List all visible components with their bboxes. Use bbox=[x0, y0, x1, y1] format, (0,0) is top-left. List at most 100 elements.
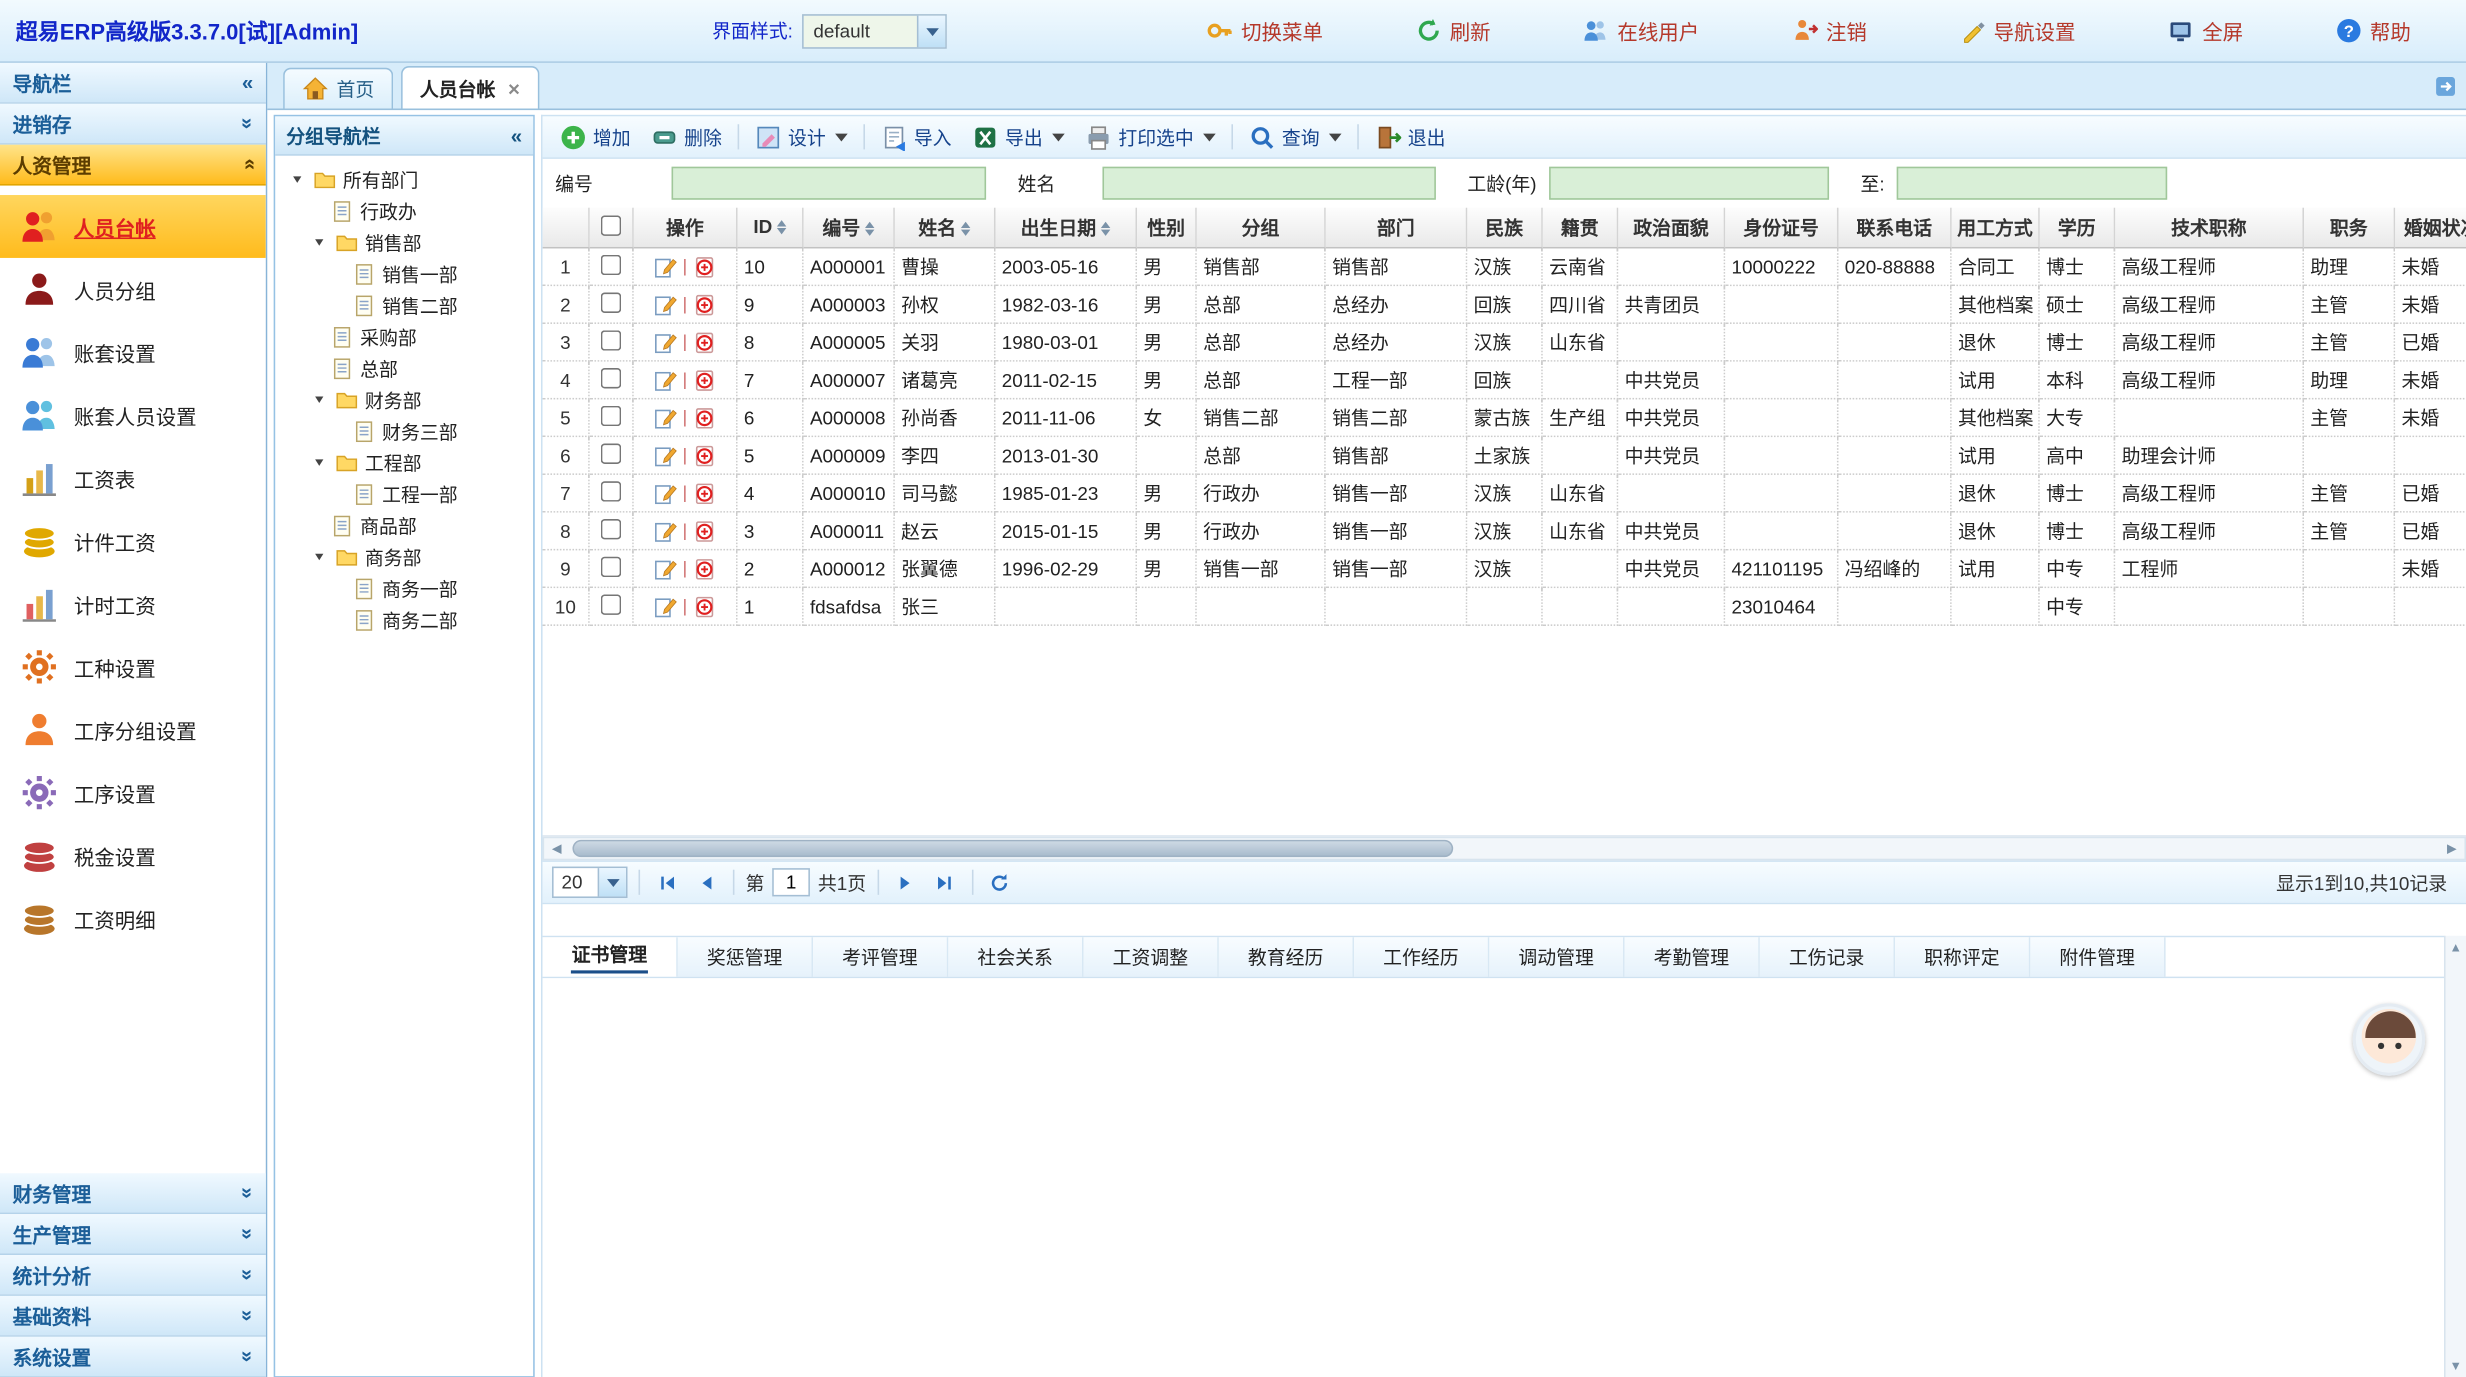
tab-home[interactable]: 首页 bbox=[283, 68, 393, 109]
prev-page-icon[interactable] bbox=[690, 867, 721, 898]
last-page-icon[interactable] bbox=[929, 867, 960, 898]
toolbar-export-button[interactable]: 导出 bbox=[964, 120, 1073, 153]
delete-icon[interactable] bbox=[692, 367, 717, 392]
sidebar-item-payroll[interactable]: 工资表 bbox=[0, 447, 266, 510]
tree-node-7[interactable]: 财务部 bbox=[278, 384, 530, 415]
detail-tab-5[interactable]: 教育经历 bbox=[1219, 937, 1354, 976]
detail-tab-6[interactable]: 工作经历 bbox=[1354, 937, 1489, 976]
edit-icon[interactable] bbox=[653, 480, 678, 505]
sidebar-section-finance[interactable]: 财务管理» bbox=[0, 1173, 266, 1214]
delete-icon[interactable] bbox=[692, 518, 717, 543]
refresh-button[interactable]: 刷新 bbox=[1415, 16, 1491, 46]
nav-settings-button[interactable]: 导航设置 bbox=[1959, 16, 2075, 46]
search-seniority-from-input[interactable] bbox=[1549, 167, 1829, 200]
help-button[interactable]: ?帮助 bbox=[2335, 16, 2411, 46]
close-tab-icon[interactable]: × bbox=[508, 76, 520, 100]
edit-icon[interactable] bbox=[653, 594, 678, 619]
table-row[interactable]: 7|4A000010司马懿1985-01-23男行政办销售一部汉族山东省退休博士… bbox=[543, 475, 2466, 513]
column-header-13[interactable]: 用工方式 bbox=[1952, 208, 2040, 249]
sidebar-section-system-settings[interactable]: 系统设置» bbox=[0, 1337, 266, 1377]
column-header-2[interactable]: 编号 bbox=[804, 208, 895, 249]
sidebar-item-process[interactable]: 工序设置 bbox=[0, 761, 266, 824]
toolbar-design-button[interactable]: 设计 bbox=[747, 120, 856, 153]
sort-icon[interactable] bbox=[777, 216, 786, 240]
toolbar-import-button[interactable]: 导入 bbox=[873, 120, 960, 153]
delete-icon[interactable] bbox=[692, 329, 717, 354]
sidebar-item-account-set[interactable]: 账套设置 bbox=[0, 321, 266, 384]
row-checkbox[interactable] bbox=[601, 594, 621, 614]
vertical-scrollbar[interactable]: ▲ ▼ bbox=[2444, 936, 2466, 1377]
edit-icon[interactable] bbox=[653, 443, 678, 468]
detail-tab-8[interactable]: 考勤管理 bbox=[1625, 937, 1760, 976]
sidebar-item-time-wage[interactable]: 计时工资 bbox=[0, 572, 266, 635]
tree-expand-icon[interactable] bbox=[310, 547, 329, 566]
column-header-4[interactable]: 出生日期 bbox=[996, 208, 1138, 249]
reload-icon[interactable] bbox=[984, 867, 1015, 898]
edit-icon[interactable] bbox=[653, 254, 678, 279]
edit-icon[interactable] bbox=[653, 292, 678, 317]
detail-tab-0[interactable]: 证书管理 bbox=[543, 937, 678, 976]
edit-icon[interactable] bbox=[653, 405, 678, 430]
delete-icon[interactable] bbox=[692, 405, 717, 430]
table-row[interactable]: 6|5A000009李四2013-01-30总部销售部土家族中共党员试用高中助理… bbox=[543, 437, 2466, 475]
table-row[interactable]: 9|2A000012张翼德1996-02-29男销售一部销售一部汉族中共党员42… bbox=[543, 550, 2466, 588]
sidebar-item-piece-wage[interactable]: 计件工资 bbox=[0, 510, 266, 573]
hscrollbar-thumb[interactable] bbox=[572, 840, 1453, 857]
search-code-input[interactable] bbox=[672, 167, 987, 200]
tree-node-8[interactable]: 财务三部 bbox=[278, 415, 530, 446]
column-header-11[interactable]: 身份证号 bbox=[1725, 208, 1838, 249]
column-header-10[interactable]: 政治面貌 bbox=[1618, 208, 1725, 249]
tree-node-10[interactable]: 工程一部 bbox=[278, 478, 530, 509]
delete-icon[interactable] bbox=[692, 254, 717, 279]
table-row[interactable]: 2|9A000003孙权1982-03-16男总部总经办回族四川省共青团员其他档… bbox=[543, 286, 2466, 324]
sort-icon[interactable] bbox=[1101, 217, 1110, 241]
tree-node-6[interactable]: 总部 bbox=[278, 352, 530, 383]
table-row[interactable]: 4|7A000007诸葛亮2011-02-15男总部工程一部回族中共党员试用本科… bbox=[543, 362, 2466, 400]
assistant-avatar[interactable] bbox=[2353, 1003, 2425, 1075]
tree-expand-icon[interactable] bbox=[310, 233, 329, 252]
table-row[interactable]: 1|10A000001曹操2003-05-16男销售部销售部汉族云南省10000… bbox=[543, 248, 2466, 286]
tree-expand-icon[interactable] bbox=[310, 390, 329, 409]
sidebar-item-employee-group[interactable]: 人员分组 bbox=[0, 258, 266, 321]
sidebar-section-nav-bar[interactable]: 导航栏« bbox=[0, 63, 266, 104]
detail-tab-4[interactable]: 工资调整 bbox=[1084, 937, 1219, 976]
fullscreen-button[interactable]: 全屏 bbox=[2168, 16, 2244, 46]
column-header-1[interactable]: ID bbox=[738, 208, 804, 249]
column-header-9[interactable]: 籍贯 bbox=[1543, 208, 1618, 249]
first-page-icon[interactable] bbox=[651, 867, 682, 898]
sidebar-section-basic-data[interactable]: 基础资料» bbox=[0, 1296, 266, 1337]
sort-icon[interactable] bbox=[865, 217, 874, 241]
detail-tab-10[interactable]: 职称评定 bbox=[1895, 937, 2030, 976]
select-all-checkbox[interactable] bbox=[601, 215, 621, 235]
sidebar-section-production[interactable]: 生产管理» bbox=[0, 1214, 266, 1255]
tree-node-5[interactable]: 采购部 bbox=[278, 321, 530, 352]
tree-expand-icon[interactable] bbox=[288, 170, 307, 189]
delete-icon[interactable] bbox=[692, 556, 717, 581]
edit-icon[interactable] bbox=[653, 556, 678, 581]
row-checkbox[interactable] bbox=[601, 405, 621, 425]
row-checkbox[interactable] bbox=[601, 254, 621, 274]
scroll-right-icon[interactable]: ▶ bbox=[2439, 841, 2464, 855]
online-users-button[interactable]: 在线用户 bbox=[1583, 16, 1699, 46]
scroll-left-icon[interactable]: ◀ bbox=[544, 841, 569, 855]
delete-icon[interactable] bbox=[692, 594, 717, 619]
tab-employee-ledger[interactable]: 人员台帐× bbox=[401, 66, 539, 108]
tree-expand-icon[interactable] bbox=[310, 453, 329, 472]
tree-node-12[interactable]: 商务部 bbox=[278, 541, 530, 572]
horizontal-scrollbar[interactable]: ◀ ▶ bbox=[543, 837, 2466, 861]
detail-tab-3[interactable]: 社会关系 bbox=[948, 937, 1083, 976]
sidebar-item-work-type[interactable]: 工种设置 bbox=[0, 635, 266, 698]
search-name-input[interactable] bbox=[1103, 167, 1436, 200]
column-header-14[interactable]: 学历 bbox=[2040, 208, 2115, 249]
toolbar-query-button[interactable]: 查询 bbox=[1241, 120, 1350, 153]
detail-tab-2[interactable]: 考评管理 bbox=[813, 937, 948, 976]
sidebar-section-inventory[interactable]: 进销存» bbox=[0, 104, 266, 145]
tree-node-9[interactable]: 工程部 bbox=[278, 447, 530, 478]
tab-overflow-icon[interactable] bbox=[2433, 74, 2458, 99]
column-header-17[interactable]: 婚姻状况 bbox=[2395, 208, 2466, 249]
column-header-15[interactable]: 技术职称 bbox=[2115, 208, 2304, 249]
next-page-icon[interactable] bbox=[890, 867, 921, 898]
table-row[interactable]: 5|6A000008孙尚香2011-11-06女销售二部销售二部蒙古族生产组中共… bbox=[543, 399, 2466, 437]
search-seniority-to-input[interactable] bbox=[1897, 167, 2168, 200]
row-checkbox[interactable] bbox=[601, 480, 621, 500]
